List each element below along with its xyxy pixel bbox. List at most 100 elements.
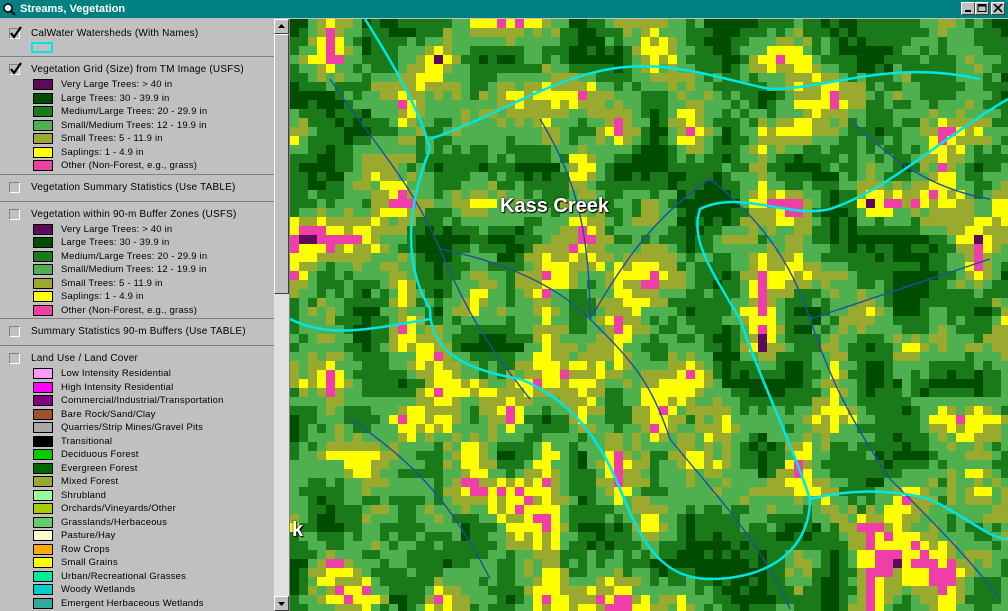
legend-class: Small Trees: 5 - 11.9 in (0, 132, 274, 145)
legend-swatch (33, 489, 53, 501)
title-bar: Streams, Vegetation (0, 0, 1008, 18)
theme-visibility-checkbox[interactable] (9, 326, 20, 337)
theme-divider (0, 345, 274, 346)
legend-swatch (33, 133, 53, 144)
scroll-up-button[interactable] (274, 19, 289, 34)
legend-swatch (33, 422, 53, 433)
legend-class: Small/Medium Trees: 12 - 19.9 in (0, 119, 274, 132)
legend-class: Saplings: 1 - 4.9 in (0, 290, 274, 303)
legend-class-label: Row Crops (61, 543, 110, 555)
theme-divider (0, 318, 274, 319)
maximize-icon (977, 4, 987, 12)
legend-class-label: Medium/Large Trees: 20 - 29.9 in (61, 106, 208, 117)
theme-label: Vegetation Summary Statistics (Use TABLE… (31, 181, 236, 193)
legend-class-label: Medium/Large Trees: 20 - 29.9 in (61, 250, 208, 262)
legend-class-label: Pasture/Hay (61, 530, 116, 541)
legend-class: Other (Non-Forest, e.g., grass) (0, 159, 274, 172)
legend-class: Deciduous Forest (0, 448, 274, 461)
legend-swatch (33, 368, 53, 379)
legend-class-label: Small/Medium Trees: 12 - 19.9 in (61, 119, 207, 131)
legend-swatch (33, 119, 53, 131)
scroll-down-button[interactable] (274, 596, 289, 611)
theme-label: Vegetation Grid (Size) from TM Image (US… (31, 64, 244, 75)
legend-swatch (33, 449, 53, 460)
legend-swatch (33, 557, 53, 568)
legend-swatch (33, 597, 53, 609)
theme-visibility-checkbox[interactable] (9, 62, 22, 75)
legend-swatch (33, 92, 53, 104)
scroll-thumb[interactable] (274, 34, 289, 294)
table-of-contents: CalWater Watersheds (With Names) Vegetati… (0, 19, 290, 611)
maximize-button[interactable] (975, 2, 989, 15)
theme-buffer_summary[interactable]: Summary Statistics 90-m Buffers (Use TAB… (0, 325, 274, 339)
legend-class-label: Small Trees: 5 - 11.9 in (61, 277, 163, 289)
legend-class-label: Urban/Recreational Grasses (61, 570, 187, 582)
legend-class-label: High Intensity Residential (61, 381, 174, 393)
legend-class-label: Grasslands/Herbaceous (61, 516, 168, 528)
legend-class-label: Bare Rock/Sand/Clay (61, 408, 156, 420)
legend-swatch (33, 408, 53, 420)
legend-class-label: Very Large Trees: > 40 in (61, 223, 173, 235)
legend-class: Large Trees: 30 - 39.9 in (0, 92, 274, 105)
legend-swatch (33, 304, 53, 316)
theme-visibility-checkbox[interactable] (9, 26, 22, 39)
legend-swatch (33, 146, 53, 158)
map-view[interactable]: Kass Creek k (290, 19, 1008, 611)
legend-class-label: Orchards/Vineyards/Other (61, 503, 176, 514)
checkmark-icon (10, 62, 22, 75)
checkmark-icon (10, 26, 22, 39)
legend-swatch (33, 435, 53, 447)
theme-visibility-checkbox[interactable] (9, 353, 20, 364)
legend-class: High Intensity Residential (0, 381, 274, 394)
theme-veg_buffer[interactable]: Vegetation within 90-m Buffer Zones (USF… (0, 208, 274, 222)
legend-class-label: Very Large Trees: > 40 in (61, 79, 173, 90)
legend-class: Evergreen Forest (0, 462, 274, 475)
minimize-button[interactable] (961, 2, 975, 15)
theme-divider (0, 173, 274, 175)
legend-class-label: Transitional (61, 435, 113, 447)
legend-class: Shrubland (0, 489, 274, 502)
legend-class: Small Trees: 5 - 11.9 in (0, 277, 274, 290)
legend-class-label: Other (Non-Forest, e.g., grass) (61, 160, 198, 171)
legend-swatch (33, 79, 53, 90)
legend-class-label: Shrubland (61, 489, 107, 501)
theme-visibility-checkbox[interactable] (9, 181, 20, 193)
legend-class: Commercial/Industrial/Transportation (0, 394, 274, 407)
vegetation-map[interactable] (290, 19, 1008, 611)
close-button[interactable] (991, 2, 1005, 15)
legend-swatch (33, 381, 53, 393)
view-magnifier-icon (3, 3, 16, 16)
legend-class-label: Small Trees: 5 - 11.9 in (61, 133, 163, 144)
arrow-up-icon (278, 24, 285, 28)
legend-swatch (33, 277, 53, 289)
legend-class: Saplings: 1 - 4.9 in (0, 146, 274, 159)
legend-swatch (33, 530, 53, 541)
legend-swatch (33, 584, 53, 595)
theme-divider (0, 200, 274, 202)
theme-veg_summary[interactable]: Vegetation Summary Statistics (Use TABLE… (0, 181, 274, 195)
legend-class: Woody Wetlands (0, 583, 274, 596)
theme-label: Summary Statistics 90-m Buffers (Use TAB… (31, 326, 246, 337)
legend-class: Very Large Trees: > 40 in (0, 223, 274, 236)
legend-swatch (33, 503, 53, 514)
window-title: Streams, Vegetation (20, 3, 126, 15)
legend-class-label: Emergent Herbaceous Wetlands (61, 597, 204, 609)
legend-swatch (33, 543, 53, 555)
legend-swatch (33, 462, 53, 474)
legend-scrollbar[interactable] (274, 19, 289, 611)
theme-landuse[interactable]: Land Use / Land Cover (0, 352, 274, 366)
theme-label: CalWater Watersheds (With Names) (31, 28, 199, 39)
legend-class: Low Intensity Residential (0, 367, 274, 380)
legend-class-label: Quarries/Strip Mines/Gravel Pits (61, 422, 204, 433)
minimize-icon (965, 10, 971, 12)
legend-class: Pasture/Hay (0, 529, 274, 542)
theme-visibility-checkbox[interactable] (9, 208, 20, 220)
legend-class: Orchards/Vineyards/Other (0, 502, 274, 515)
legend-swatch (33, 264, 53, 275)
legend-class: Urban/Recreational Grasses (0, 570, 274, 583)
legend-class-label: Mixed Forest (61, 476, 119, 487)
theme-veg_grid[interactable]: Vegetation Grid (Size) from TM Image (US… (0, 62, 274, 77)
legend-class: Emergent Herbaceous Wetlands (0, 597, 274, 610)
theme-calwater[interactable]: CalWater Watersheds (With Names) (0, 26, 274, 41)
legend-class: Medium/Large Trees: 20 - 29.9 in (0, 105, 274, 118)
